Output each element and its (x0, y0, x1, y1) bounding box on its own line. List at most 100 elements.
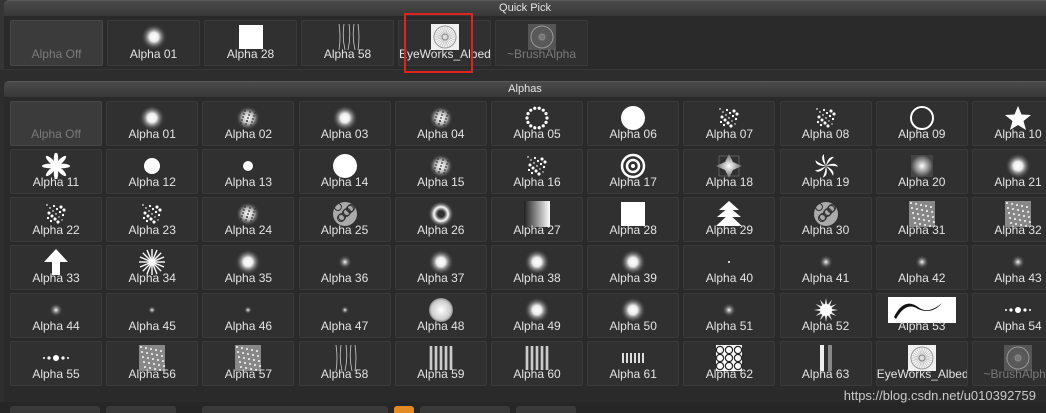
alpha-alpha-08-button[interactable]: Alpha 08 (779, 101, 872, 146)
alpha-item-label: Alpha 17 (609, 175, 657, 189)
alpha-alpha-50-button[interactable]: Alpha 50 (587, 293, 680, 338)
alpha-alpha-32-button[interactable]: Alpha 32 (972, 197, 1046, 242)
alpha-brushalpha-button[interactable]: ~BrushAlpha (972, 341, 1046, 386)
alpha-alpha-38-button[interactable]: Alpha 38 (491, 245, 583, 290)
quick-pick-brushalpha-button[interactable]: ~BrushAlpha (495, 20, 588, 66)
alpha-alpha-07-button[interactable]: Alpha 07 (683, 101, 776, 146)
alpha-alpha-49-button[interactable]: Alpha 49 (491, 293, 583, 338)
alpha-alpha-52-button[interactable]: Alpha 52 (779, 293, 872, 338)
alpha-alpha-58-button[interactable]: Alpha 58 (298, 341, 391, 386)
alpha-item-label: Alpha 37 (417, 271, 465, 285)
alpha-item-label: Alpha 30 (801, 223, 850, 237)
alpha-alpha-44-button[interactable]: Alpha 44 (10, 293, 102, 338)
alpha-alpha-10-button[interactable]: Alpha 10 (972, 101, 1046, 146)
alpha-alpha-45-button[interactable]: Alpha 45 (106, 293, 199, 338)
alpha-item-label: Alpha Off (31, 127, 81, 141)
alpha-alpha-55-button[interactable]: Alpha 55 (10, 341, 102, 386)
alpha-alpha-17-button[interactable]: Alpha 17 (587, 149, 680, 194)
alpha-alpha-09-button[interactable]: Alpha 09 (875, 101, 968, 146)
alpha-alpha-56-button[interactable]: Alpha 56 (106, 341, 199, 386)
alpha-alpha-19-button[interactable]: Alpha 19 (779, 149, 872, 194)
alpha-item-label: Alpha 06 (609, 127, 657, 141)
alpha-item-label: Alpha 55 (32, 367, 80, 381)
alpha-alpha-30-button[interactable]: Alpha 30 (779, 197, 872, 242)
alpha-alpha-03-button[interactable]: Alpha 03 (298, 101, 391, 146)
quick-pick-item-label: Alpha Off (31, 47, 82, 61)
alpha-alpha-60-button[interactable]: Alpha 60 (491, 341, 583, 386)
alpha-alpha-46-button[interactable]: Alpha 46 (202, 293, 295, 338)
alpha-item-label: Alpha 58 (320, 367, 369, 381)
alpha-item-label: Alpha 02 (224, 127, 273, 141)
alpha-item-label: Alpha 41 (801, 271, 850, 285)
alpha-item-label: Alpha 20 (898, 175, 946, 189)
alpha-item-label: Alpha 13 (224, 175, 273, 189)
alpha-item-label: Alpha 49 (513, 319, 561, 333)
alpha-alpha-53-button[interactable]: Alpha 53 (875, 293, 968, 338)
alpha-item-label: Alpha 09 (898, 127, 946, 141)
alpha-alpha-04-button[interactable]: Alpha 04 (394, 101, 487, 146)
alpha-alpha-34-button[interactable]: Alpha 34 (106, 245, 199, 290)
alpha-item-label: Alpha 34 (128, 271, 176, 285)
alpha-alpha-57-button[interactable]: Alpha 57 (202, 341, 295, 386)
alpha-alpha-54-button[interactable]: Alpha 54 (972, 293, 1046, 338)
quick-pick-alpha-28-button[interactable]: Alpha 28 (204, 20, 297, 66)
alpha-item-label: Alpha 23 (128, 223, 176, 237)
alpha-alpha-37-button[interactable]: Alpha 37 (394, 245, 487, 290)
alpha-eyeworks-albed-button[interactable]: EyeWorks_Albed (875, 341, 968, 386)
alpha-alpha-40-button[interactable]: Alpha 40 (683, 245, 776, 290)
alpha-alpha-15-button[interactable]: Alpha 15 (394, 149, 487, 194)
quick-pick-alpha-01-button[interactable]: Alpha 01 (107, 20, 200, 66)
quick-pick-eyeworks-albed-button[interactable]: EyeWorks_Albed (398, 20, 491, 66)
alpha-alpha-01-button[interactable]: Alpha 01 (106, 101, 199, 146)
alpha-item-label: Alpha 24 (224, 223, 273, 237)
alpha-item-label: Alpha 50 (609, 319, 657, 333)
alpha-alpha-21-button[interactable]: Alpha 21 (972, 149, 1046, 194)
quick-pick-alpha-58-button[interactable]: Alpha 58 (301, 20, 394, 66)
alpha-item-label: Alpha 54 (994, 319, 1042, 333)
alpha-alpha-05-button[interactable]: Alpha 05 (491, 101, 583, 146)
alpha-alpha-31-button[interactable]: Alpha 31 (875, 197, 968, 242)
alpha-item-label: Alpha 21 (994, 175, 1042, 189)
alpha-alpha-35-button[interactable]: Alpha 35 (202, 245, 295, 290)
alpha-alpha-41-button[interactable]: Alpha 41 (779, 245, 872, 290)
alpha-item-label: Alpha 01 (128, 127, 176, 141)
quick-pick-alpha-off-button[interactable]: Alpha Off (10, 20, 103, 66)
alpha-alpha-47-button[interactable]: Alpha 47 (298, 293, 391, 338)
alpha-alpha-22-button[interactable]: Alpha 22 (10, 197, 102, 242)
alpha-alpha-16-button[interactable]: Alpha 16 (491, 149, 583, 194)
alpha-alpha-51-button[interactable]: Alpha 51 (683, 293, 776, 338)
alpha-item-label: Alpha 42 (898, 271, 946, 285)
quick-pick-item-label: Alpha 01 (129, 47, 178, 61)
alpha-alpha-26-button[interactable]: Alpha 26 (394, 197, 487, 242)
alpha-alpha-33-button[interactable]: Alpha 33 (10, 245, 102, 290)
alpha-alpha-43-button[interactable]: Alpha 43 (972, 245, 1046, 290)
alpha-alpha-off-button[interactable]: Alpha Off (10, 101, 102, 146)
alpha-alpha-18-button[interactable]: Alpha 18 (683, 149, 776, 194)
alpha-alpha-36-button[interactable]: Alpha 36 (298, 245, 391, 290)
alpha-alpha-11-button[interactable]: Alpha 11 (10, 149, 102, 194)
alpha-alpha-25-button[interactable]: Alpha 25 (298, 197, 391, 242)
alpha-alpha-61-button[interactable]: Alpha 61 (587, 341, 680, 386)
alpha-item-label: Alpha 48 (417, 319, 465, 333)
alpha-alpha-27-button[interactable]: Alpha 27 (491, 197, 583, 242)
alpha-item-label: Alpha 53 (898, 319, 946, 333)
alpha-item-label: Alpha 08 (801, 127, 850, 141)
alpha-alpha-29-button[interactable]: Alpha 29 (683, 197, 776, 242)
alpha-alpha-24-button[interactable]: Alpha 24 (202, 197, 295, 242)
alpha-alpha-48-button[interactable]: Alpha 48 (394, 293, 487, 338)
alpha-alpha-63-button[interactable]: Alpha 63 (779, 341, 872, 386)
alpha-alpha-59-button[interactable]: Alpha 59 (394, 341, 487, 386)
alpha-alpha-23-button[interactable]: Alpha 23 (106, 197, 199, 242)
alpha-alpha-12-button[interactable]: Alpha 12 (106, 149, 199, 194)
alpha-alpha-06-button[interactable]: Alpha 06 (587, 101, 680, 146)
alpha-alpha-42-button[interactable]: Alpha 42 (875, 245, 968, 290)
alpha-alpha-02-button[interactable]: Alpha 02 (202, 101, 295, 146)
alpha-alpha-62-button[interactable]: Alpha 62 (683, 341, 776, 386)
alpha-alpha-14-button[interactable]: Alpha 14 (298, 149, 391, 194)
alpha-alpha-20-button[interactable]: Alpha 20 (875, 149, 968, 194)
alpha-alpha-39-button[interactable]: Alpha 39 (587, 245, 680, 290)
alpha-item-label: Alpha 18 (705, 175, 754, 189)
alpha-alpha-28-button[interactable]: Alpha 28 (587, 197, 680, 242)
alpha-alpha-13-button[interactable]: Alpha 13 (202, 149, 295, 194)
alpha-item-label: Alpha 29 (705, 223, 754, 237)
